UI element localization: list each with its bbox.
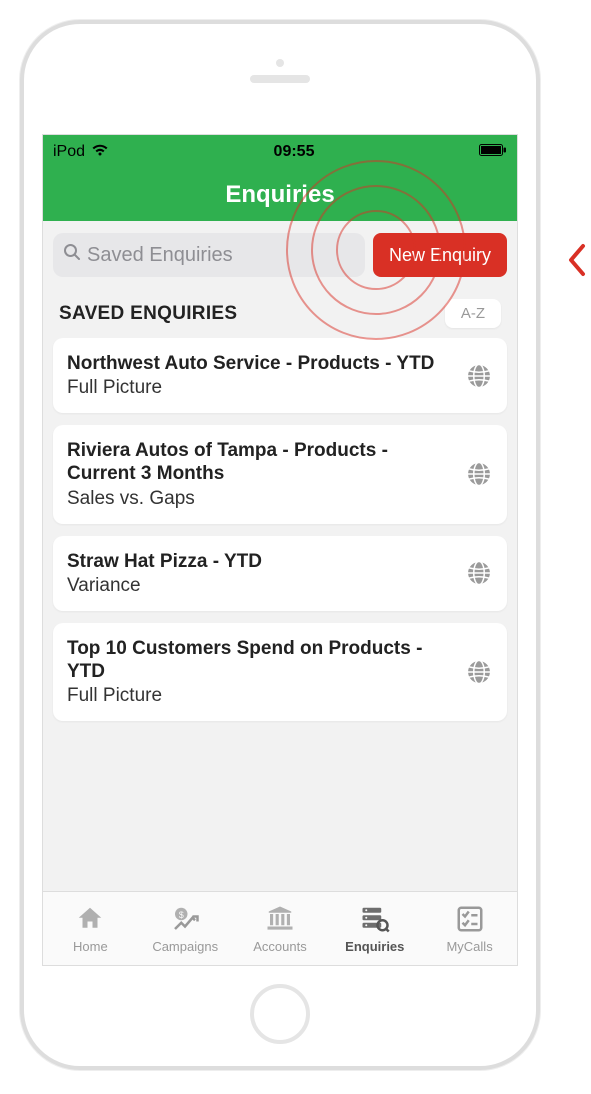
list-item-text: Northwest Auto Service - Products - YTDF…	[67, 352, 453, 399]
enquiry-list: Northwest Auto Service - Products - YTDF…	[53, 338, 507, 721]
list-item[interactable]: Top 10 Customers Spend on Products - YTD…	[53, 623, 507, 721]
globe-icon	[465, 559, 493, 587]
list-item-title: Straw Hat Pizza - YTD	[67, 550, 453, 573]
screen: iPod 09:55 Enquiries New En	[42, 134, 518, 966]
tab-mycalls[interactable]: MyCalls	[422, 892, 517, 965]
campaigns-icon: $	[168, 904, 202, 937]
globe-icon	[465, 658, 493, 686]
tab-campaigns[interactable]: $ Campaigns	[138, 892, 233, 965]
annotation-chevron-icon	[565, 242, 587, 283]
new-enquiry-button[interactable]: New Enquiry	[373, 233, 507, 277]
tab-accounts[interactable]: Accounts	[233, 892, 328, 965]
accounts-icon	[263, 904, 297, 937]
list-item-subtitle: Variance	[67, 575, 453, 597]
status-bar: iPod 09:55	[43, 135, 517, 169]
tab-label: Accounts	[253, 939, 306, 954]
list-item-text: Top 10 Customers Spend on Products - YTD…	[67, 637, 453, 707]
status-time: 09:55	[274, 143, 315, 161]
enquiries-icon	[358, 904, 392, 937]
speaker-slot	[250, 75, 310, 83]
tab-label: Campaigns	[152, 939, 218, 954]
home-button[interactable]	[250, 984, 310, 1044]
section-header-row: SAVED ENQUIRIES A-Z	[53, 291, 507, 338]
list-item[interactable]: Northwest Auto Service - Products - YTDF…	[53, 338, 507, 413]
home-icon	[73, 904, 107, 937]
tab-bar: Home $ Campaigns Accounts Enquiries MyCalls	[43, 891, 517, 965]
list-item-subtitle: Full Picture	[67, 377, 453, 399]
search-input[interactable]	[87, 244, 355, 267]
camera-dot	[276, 59, 284, 67]
phone-bezel-top	[24, 24, 536, 134]
list-item-subtitle: Full Picture	[67, 685, 453, 707]
list-item-subtitle: Sales vs. Gaps	[67, 488, 453, 510]
tab-home[interactable]: Home	[43, 892, 138, 965]
wifi-icon	[91, 143, 109, 162]
list-item-text: Straw Hat Pizza - YTDVariance	[67, 550, 453, 597]
mycalls-icon	[453, 904, 487, 937]
tab-enquiries[interactable]: Enquiries	[327, 892, 422, 965]
page-title: Enquiries	[225, 181, 334, 209]
sort-chip[interactable]: A-Z	[445, 299, 501, 328]
tab-label: MyCalls	[446, 939, 492, 954]
section-title: SAVED ENQUIRIES	[59, 303, 237, 325]
content-area: New Enquiry SAVED ENQUIRIES A-Z Northwes…	[43, 221, 517, 891]
globe-icon	[465, 362, 493, 390]
list-item-title: Northwest Auto Service - Products - YTD	[67, 352, 453, 375]
search-icon	[63, 243, 81, 267]
globe-icon	[465, 460, 493, 488]
list-item[interactable]: Riviera Autos of Tampa - Products - Curr…	[53, 425, 507, 523]
search-box[interactable]	[53, 233, 365, 277]
battery-icon	[479, 143, 507, 162]
device-label: iPod	[53, 143, 85, 161]
nav-header: Enquiries	[43, 169, 517, 221]
list-item-title: Top 10 Customers Spend on Products - YTD	[67, 637, 453, 683]
status-left: iPod	[53, 143, 109, 162]
sort-label: A-Z	[461, 305, 485, 322]
search-row: New Enquiry	[53, 233, 507, 277]
phone-frame: iPod 09:55 Enquiries New En	[20, 20, 540, 1070]
list-item-title: Riviera Autos of Tampa - Products - Curr…	[67, 439, 453, 485]
tab-label: Home	[73, 939, 108, 954]
list-item-text: Riviera Autos of Tampa - Products - Curr…	[67, 439, 453, 509]
tab-label: Enquiries	[345, 939, 404, 954]
list-item[interactable]: Straw Hat Pizza - YTDVariance	[53, 536, 507, 611]
svg-text:$: $	[179, 909, 184, 919]
